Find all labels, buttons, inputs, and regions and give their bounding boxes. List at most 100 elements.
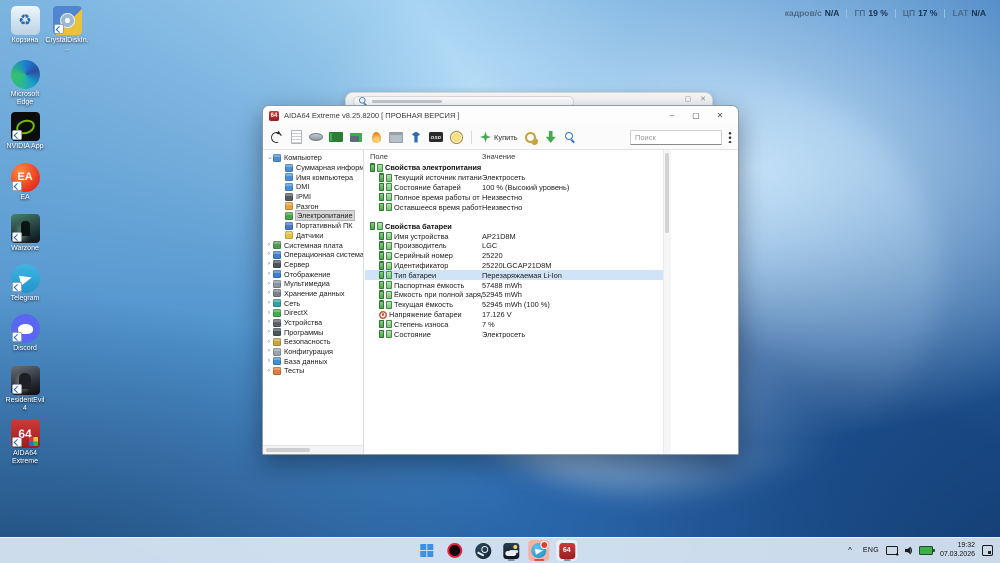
- list-vertical-scrollbar[interactable]: [663, 150, 671, 454]
- property-row[interactable]: Ёмкость при полной зарядке52945 mWh: [365, 290, 663, 300]
- tree-item-Мультимедиа[interactable]: ›Мультимедиа: [263, 279, 363, 289]
- display-cast-icon[interactable]: [886, 546, 898, 555]
- system-stability-test-button[interactable]: [369, 130, 383, 144]
- kebab-menu-icon[interactable]: [728, 131, 732, 143]
- property-row[interactable]: Серийный номер25220: [365, 251, 663, 261]
- chevron-collapsed-icon[interactable]: ›: [265, 339, 273, 346]
- close-icon[interactable]: ✕: [700, 95, 706, 103]
- desktop-icon-edge[interactable]: Microsoft Edge: [4, 60, 46, 107]
- property-row[interactable]: Оставшееся время работы от ...Неизвестно: [365, 202, 663, 212]
- column-value[interactable]: Значение: [482, 152, 515, 161]
- taskbar-telegram-button[interactable]: [528, 540, 549, 561]
- property-row[interactable]: Паспортная ёмкость57488 mWh: [365, 280, 663, 290]
- tree-item-База данных[interactable]: ›База данных: [263, 356, 363, 366]
- desktop-icon-game[interactable]: Warzone: [4, 214, 46, 253]
- chevron-collapsed-icon[interactable]: ›: [265, 242, 273, 249]
- property-row[interactable]: Напряжение батареи17.126 V: [365, 310, 663, 320]
- tree-item-Имя компьютера[interactable]: Имя компьютера: [263, 172, 363, 182]
- report-button[interactable]: [289, 130, 303, 144]
- property-row[interactable]: Тип батареиПерезаряжаемая Li-Ion: [365, 270, 663, 280]
- tree-item-Портативный ПК[interactable]: Портативный ПК: [263, 221, 363, 231]
- chevron-collapsed-icon[interactable]: ›: [265, 319, 273, 326]
- scrollbar-thumb[interactable]: [665, 153, 669, 233]
- tree-item-Электропитание[interactable]: Электропитание: [263, 211, 363, 221]
- tree-item-Операционная система[interactable]: ›Операционная система: [263, 250, 363, 260]
- chevron-collapsed-icon[interactable]: ›: [265, 290, 273, 297]
- tree-item-Безопасность[interactable]: ›Безопасность: [263, 337, 363, 347]
- tree-item-Устройства[interactable]: ›Устройства: [263, 318, 363, 328]
- tree-item-IPMI[interactable]: IPMI: [263, 192, 363, 202]
- tree-item-Тесты[interactable]: ›Тесты: [263, 366, 363, 376]
- taskbar-start-button[interactable]: [416, 540, 437, 561]
- tree-horizontal-scrollbar[interactable]: [263, 445, 364, 454]
- taskbar-opera-gx-button[interactable]: [444, 540, 465, 561]
- property-row[interactable]: Полное время работы от бата...Неизвестно: [365, 192, 663, 202]
- tree-item-Конфигурация[interactable]: ›Конфигурация: [263, 347, 363, 357]
- battery-icon[interactable]: [919, 546, 933, 555]
- update-download-button[interactable]: [544, 130, 558, 144]
- search-input[interactable]: [630, 130, 722, 145]
- desktop-icon-nvidia-app[interactable]: NVIDIA App: [4, 112, 46, 151]
- chevron-collapsed-icon[interactable]: ›: [265, 358, 273, 365]
- tree-item-DirectX[interactable]: ›DirectX: [263, 308, 363, 318]
- property-row[interactable]: Идентификатор25220LGCAP21D8M: [365, 261, 663, 271]
- desktop-icon-recycle-bin[interactable]: ♻Корзина: [4, 6, 46, 45]
- memory-button[interactable]: [329, 130, 343, 144]
- volume-button[interactable]: [905, 546, 912, 555]
- spd-button[interactable]: [309, 130, 323, 144]
- desktop-icon-discord[interactable]: Discord: [4, 314, 46, 353]
- chevron-collapsed-icon[interactable]: ›: [265, 300, 273, 307]
- chevron-collapsed-icon[interactable]: ›: [265, 368, 273, 375]
- chevron-collapsed-icon[interactable]: ›: [265, 329, 273, 336]
- property-row[interactable]: Текущий источник питанияЭлектросеть: [365, 173, 663, 183]
- tree-item-Системная плата[interactable]: ›Системная плата: [263, 240, 363, 250]
- buy-button[interactable]: Купить: [480, 132, 518, 143]
- tree-item-Датчики[interactable]: Датчики: [263, 231, 363, 241]
- chevron-expanded-icon[interactable]: ›: [266, 154, 273, 162]
- find-button[interactable]: [564, 130, 578, 144]
- chevron-collapsed-icon[interactable]: ›: [265, 281, 273, 288]
- clock[interactable]: 19:32 07.03.2026: [940, 542, 975, 558]
- tree-item-Сеть[interactable]: ›Сеть: [263, 298, 363, 308]
- sensor-panel-button[interactable]: [449, 130, 463, 144]
- maximize-icon[interactable]: ▢: [685, 95, 692, 103]
- taskbar-weather-button[interactable]: [500, 540, 521, 561]
- property-row[interactable]: Имя устройстваAP21D8M: [365, 231, 663, 241]
- taskbar-steam-button[interactable]: [472, 540, 493, 561]
- tree-item-Отображение[interactable]: ›Отображение: [263, 269, 363, 279]
- chevron-collapsed-icon[interactable]: ›: [265, 271, 273, 278]
- minimize-button[interactable]: –: [660, 108, 684, 123]
- taskbar-aida64-button[interactable]: 64: [556, 540, 577, 561]
- chevron-collapsed-icon[interactable]: ›: [265, 310, 273, 317]
- maximize-button[interactable]: ▢: [684, 108, 708, 123]
- hidden-icons-chevron[interactable]: ^: [848, 546, 852, 555]
- language-indicator[interactable]: ENG: [863, 547, 879, 554]
- close-button[interactable]: ✕: [708, 108, 732, 123]
- screenshot-button[interactable]: [389, 130, 403, 144]
- refresh-button[interactable]: [269, 130, 283, 144]
- tree-item-Суммарная информация[interactable]: Суммарная информация: [263, 163, 363, 173]
- property-row[interactable]: СостояниеЭлектросеть: [365, 329, 663, 339]
- scrollbar-thumb[interactable]: [266, 448, 310, 452]
- license-keys-button[interactable]: [524, 130, 538, 144]
- chevron-collapsed-icon[interactable]: ›: [265, 251, 273, 258]
- tree-item-DMI[interactable]: DMI: [263, 182, 363, 192]
- property-row[interactable]: Текущая ёмкость52945 mWh (100 %): [365, 300, 663, 310]
- property-row[interactable]: Степень износа7 %: [365, 319, 663, 329]
- title-bar[interactable]: 64 AIDA64 Extreme v8.25.8200 [ ПРОБНАЯ В…: [263, 106, 738, 125]
- chevron-collapsed-icon[interactable]: ›: [265, 261, 273, 268]
- column-field[interactable]: Поле: [370, 152, 482, 161]
- desktop-icon-telegram[interactable]: Telegram: [4, 264, 46, 303]
- tree-item-Компьютер[interactable]: ›Компьютер: [263, 153, 363, 163]
- tree-item-Разгон[interactable]: Разгон: [263, 201, 363, 211]
- user-info-button[interactable]: [409, 130, 423, 144]
- property-row[interactable]: ПроизводительLGC: [365, 241, 663, 251]
- osd-button[interactable]: OSD: [429, 130, 443, 144]
- benchmark-button[interactable]: [349, 130, 363, 144]
- tree-item-Сервер[interactable]: ›Сервер: [263, 260, 363, 270]
- desktop-icon-ea[interactable]: EAEA: [4, 163, 46, 202]
- tree-item-Хранение данных[interactable]: ›Хранение данных: [263, 289, 363, 299]
- tree-item-Программы[interactable]: ›Программы: [263, 327, 363, 337]
- chevron-collapsed-icon[interactable]: ›: [265, 348, 273, 355]
- desktop-icon-aida64[interactable]: 64AIDA64 Extreme: [4, 419, 46, 466]
